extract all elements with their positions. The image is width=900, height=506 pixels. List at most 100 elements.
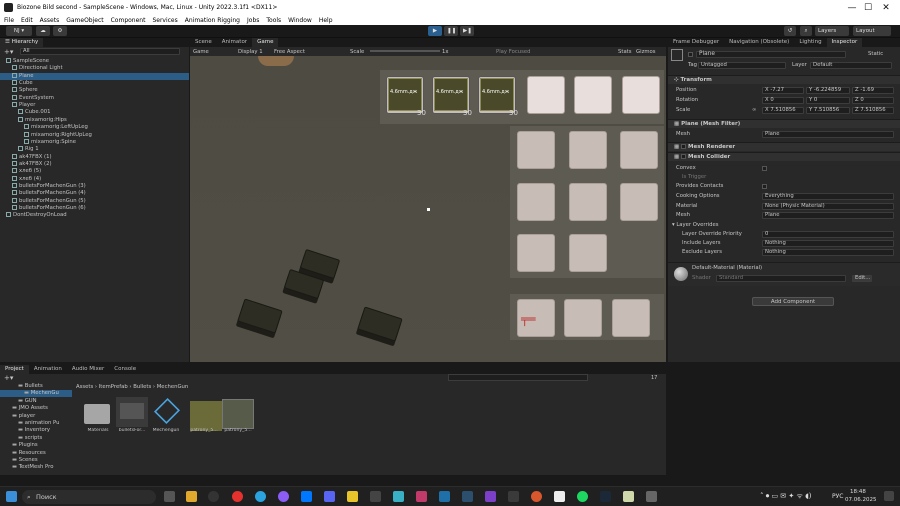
provides-contacts-checkbox[interactable] <box>762 184 767 189</box>
mesh-collider-header[interactable]: ▦ Mesh Collider <box>668 152 900 161</box>
hierarchy-item[interactable]: Cube.001 <box>0 109 189 116</box>
mesh-renderer-header[interactable]: ▦ Mesh Renderer <box>668 142 900 151</box>
tab-animator[interactable]: Animator <box>217 38 252 47</box>
tab-animation[interactable]: Animation <box>29 365 67 374</box>
hierarchy-item[interactable]: Plane <box>0 72 189 80</box>
app-icon[interactable] <box>416 491 427 502</box>
equipment-slot[interactable] <box>564 299 602 337</box>
history-icon[interactable]: ↺ <box>784 26 796 36</box>
clock-date[interactable]: 07.06.2025 <box>845 497 877 503</box>
tab-inspector[interactable]: Inspector <box>826 38 863 47</box>
layer-overrides-foldout[interactable]: ▾ Layer Overrides <box>672 222 718 229</box>
inventory-slot[interactable] <box>517 234 555 272</box>
ammo-box-object[interactable] <box>357 306 403 342</box>
menu-jobs[interactable]: Jobs <box>243 16 262 24</box>
hierarchy-item[interactable]: Rig 1 <box>0 146 189 153</box>
hotbar-slot-5[interactable] <box>574 76 612 114</box>
scale-y[interactable]: Y 7.510856 <box>806 107 850 114</box>
notification-icon[interactable] <box>884 491 894 501</box>
step-button[interactable]: ▶❚ <box>460 26 474 36</box>
collab-icon[interactable]: ⚙ <box>53 26 67 36</box>
windows-start-icon[interactable] <box>6 491 17 502</box>
cooking-options-dropdown[interactable]: Everything <box>762 193 894 200</box>
tab-frame-debugger[interactable]: Frame Debugger <box>668 38 724 47</box>
breadcrumb-assets[interactable]: Assets <box>76 384 93 390</box>
tab-console[interactable]: Console <box>109 365 141 374</box>
asset-materials[interactable] <box>82 400 114 430</box>
play-focused-dropdown[interactable]: Play Focused <box>496 49 530 55</box>
hierarchy-item[interactable]: mixamorig:Hips <box>0 116 189 124</box>
game-view[interactable]: 4.6mm.дж 30 4.6mm.дж 30 4.6mm.дж 30 ╤═ <box>190 56 666 362</box>
project-folder-item[interactable]: ▬ animation Pu <box>0 420 72 427</box>
project-folder-item[interactable]: ▬ Resources <box>0 450 72 457</box>
tab-lighting[interactable]: Lighting <box>794 38 826 47</box>
project-folder-item[interactable]: ▬ Plugins <box>0 442 72 449</box>
visual-studio-icon[interactable] <box>485 491 496 502</box>
layout-dropdown[interactable]: Layout <box>853 26 891 36</box>
menu-services[interactable]: Services <box>148 16 180 24</box>
convex-checkbox[interactable] <box>762 166 767 171</box>
scale-slider[interactable] <box>370 50 440 52</box>
project-folder-item[interactable]: ▬ Bullets <box>0 383 72 390</box>
menu-file[interactable]: File <box>0 16 17 24</box>
vk-icon[interactable] <box>301 491 312 502</box>
hotbar-slot-3[interactable]: 4.6mm.дж 30 <box>478 76 518 117</box>
aspect-dropdown[interactable]: Free Aspect <box>274 49 305 55</box>
tag-dropdown[interactable]: Untagged <box>698 62 786 69</box>
pause-button[interactable]: ❚❚ <box>444 26 458 36</box>
inventory-slot[interactable] <box>569 183 607 221</box>
gizmos-button[interactable]: Gizmos <box>636 49 656 55</box>
yandex-browser-icon[interactable] <box>232 491 243 502</box>
project-folder-item[interactable]: ▬ GUN <box>0 398 72 405</box>
blender-icon[interactable] <box>531 491 542 502</box>
ammo-box-object[interactable] <box>237 298 283 334</box>
hierarchy-item[interactable]: bulletsForMachenGun (5) <box>0 197 189 205</box>
app-icon[interactable] <box>370 491 381 502</box>
inventory-slot[interactable] <box>620 183 658 221</box>
layers-dropdown[interactable]: Layers <box>815 26 849 36</box>
hierarchy-item[interactable]: хлеб (4) <box>0 175 189 183</box>
project-folder-item[interactable]: ▬ player <box>0 413 72 420</box>
project-folder-item[interactable]: ▬ Inventory <box>0 427 72 434</box>
discord-icon[interactable] <box>324 491 335 502</box>
hotbar-slot-2[interactable]: 4.6mm.дж 30 <box>432 76 472 117</box>
tab-hierarchy[interactable]: ☰ Hierarchy <box>0 38 44 47</box>
inventory-slot[interactable] <box>620 131 658 169</box>
app-icon[interactable] <box>393 491 404 502</box>
menu-gameobject[interactable]: GameObject <box>62 16 106 24</box>
menu-component[interactable]: Component <box>107 16 149 24</box>
notes-icon[interactable] <box>347 491 358 502</box>
tab-audio-mixer[interactable]: Audio Mixer <box>67 365 109 374</box>
tab-scene[interactable]: Scene <box>190 38 217 47</box>
breadcrumb-mechengun[interactable]: MechenGun <box>157 384 189 390</box>
asset-bullets-prefab[interactable] <box>116 397 148 427</box>
taskbar-search[interactable]: ⌕ Поиск <box>22 490 156 504</box>
mesh-collider-checkbox[interactable] <box>681 154 687 159</box>
asset-patrony-2[interactable] <box>222 399 254 429</box>
hotbar-slot-4[interactable] <box>527 76 565 114</box>
rotation-y[interactable]: Y 0 <box>806 97 850 104</box>
position-z[interactable]: Z -1.69 <box>852 87 894 94</box>
position-x[interactable]: X -7.27 <box>762 87 804 94</box>
hotbar-slot-6[interactable] <box>622 76 660 114</box>
exclude-layers-dropdown[interactable]: Nothing <box>762 249 894 256</box>
hierarchy-item[interactable]: mixamorig:LeftUpLeg <box>0 124 189 131</box>
hierarchy-item[interactable]: mixamorig:Spine <box>0 138 189 146</box>
layer-dropdown[interactable]: Default <box>810 62 892 69</box>
hierarchy-item[interactable]: bulletsForMachenGun (4) <box>0 190 189 197</box>
project-folder-item[interactable]: ▬ scripts <box>0 435 72 442</box>
menu-assets[interactable]: Assets <box>36 16 63 24</box>
spotify-icon[interactable] <box>577 491 588 502</box>
menu-tools[interactable]: Tools <box>262 16 284 24</box>
asset-patrony-1[interactable] <box>190 401 222 431</box>
cloud-icon[interactable]: ☁ <box>36 26 50 36</box>
mesh-renderer-checkbox[interactable] <box>681 144 687 149</box>
search-icon[interactable]: ⌕ <box>800 26 812 36</box>
project-folder-item[interactable]: ▬ Scenes <box>0 457 72 464</box>
messenger-icon[interactable] <box>278 491 289 502</box>
inventory-slot[interactable] <box>517 131 555 169</box>
breadcrumb-bullets[interactable]: Bullets <box>133 384 151 390</box>
menu-edit[interactable]: Edit <box>17 16 36 24</box>
tab-navigation[interactable]: Navigation (Obsolete) <box>724 38 794 47</box>
hierarchy-item[interactable]: DontDestroyOnLoad <box>0 212 189 219</box>
